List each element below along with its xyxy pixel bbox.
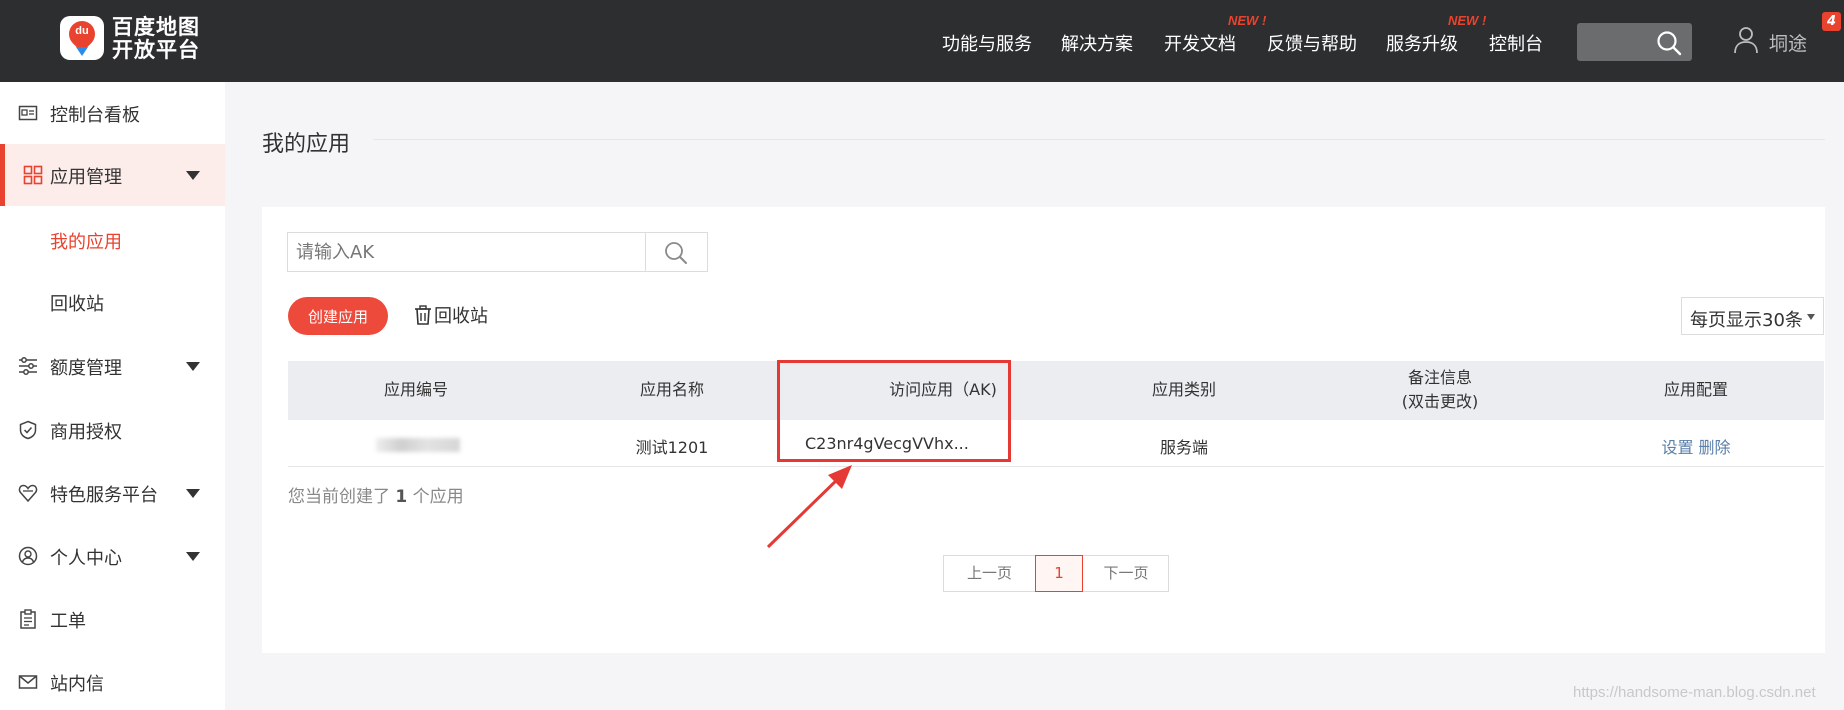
title-divider <box>373 139 1844 140</box>
search-icon[interactable] <box>663 240 689 266</box>
app-count-summary: 您当前创建了 1 个应用 <box>288 487 464 507</box>
create-app-button[interactable]: 创建应用 <box>288 297 388 335</box>
sidebar: 控制台看板 应用管理 我的应用 回收站 额度管理 商用授权 特色服务平台 个人中… <box>0 82 225 710</box>
sidebar-item-personal-center[interactable]: 个人中心 <box>0 525 225 587</box>
logo-text: 百度地图 开放平台 <box>112 15 200 62</box>
table-row: 测试1201 C23nr4gVecgVVhx... 服务端 设置 删除 <box>288 420 1824 467</box>
chevron-down-icon <box>186 171 200 180</box>
sidebar-subitem-recycle-bin[interactable]: 回收站 <box>50 290 104 316</box>
username: 垌途 <box>1769 33 1808 55</box>
dashboard-card-icon <box>18 105 38 121</box>
sliders-icon <box>19 357 37 375</box>
ak-search-input[interactable] <box>288 233 646 271</box>
pagination: 上一页 1 下一页 <box>943 555 1169 592</box>
sidebar-item-quota-management[interactable]: 额度管理 <box>0 335 225 397</box>
logo[interactable]: du 百度地图 开放平台 <box>60 16 210 64</box>
next-page-button[interactable]: 下一页 <box>1083 556 1169 591</box>
recycle-bin-link[interactable]: 回收站 <box>414 302 488 328</box>
app-config-cell: 设置 删除 <box>1568 434 1824 458</box>
column-header-app-category: 应用类别 <box>1151 380 1216 399</box>
column-header-notes: 备注信息 (双击更改) <box>1401 368 1479 411</box>
page-title: 我的应用 <box>262 132 351 157</box>
app-category-cell: 服务端 <box>1159 438 1208 457</box>
dropdown-arrow-icon <box>1807 314 1815 320</box>
nav-feedback-help[interactable]: 反馈与帮助 <box>1267 30 1357 56</box>
sidebar-item-site-messages[interactable]: 站内信 <box>0 651 225 710</box>
logo-mark-icon: du <box>60 15 104 60</box>
table-header: 应用编号 应用名称 访问应用（AK) 应用类别 备注信息 (双击更改) 应用配置 <box>288 361 1824 420</box>
app-id-redacted <box>376 438 460 452</box>
mail-icon <box>18 675 38 689</box>
sidebar-item-dashboard[interactable]: 控制台看板 <box>0 82 225 144</box>
sidebar-item-commercial-license[interactable]: 商用授权 <box>0 399 225 461</box>
sidebar-item-featured-services[interactable]: 特色服务平台 <box>0 462 225 524</box>
prev-page-button[interactable]: 上一页 <box>944 556 1035 591</box>
ak-highlight-annotation <box>777 360 1011 462</box>
watermark: https://handsome-man.blog.csdn.net <box>1573 684 1816 701</box>
sidebar-subitem-my-apps[interactable]: 我的应用 <box>50 228 122 254</box>
nav-upgrade-new-badge: NEW ! <box>1448 13 1487 28</box>
chevron-down-icon <box>186 552 200 561</box>
delete-link[interactable]: 删除 <box>1699 438 1731 457</box>
sidebar-item-app-management[interactable]: 应用管理 <box>0 144 225 206</box>
nav-features-services[interactable]: 功能与服务 <box>942 30 1032 56</box>
app-name-cell: 测试1201 <box>635 438 709 457</box>
scrollbar-track[interactable] <box>1825 82 1844 710</box>
column-header-app-config: 应用配置 <box>1663 380 1728 399</box>
clipboard-icon <box>20 609 36 629</box>
nav-service-upgrade[interactable]: 服务升级 <box>1386 30 1458 56</box>
page-number-1[interactable]: 1 <box>1035 555 1083 592</box>
notification-badge[interactable]: 4 <box>1822 12 1841 31</box>
column-header-app-name: 应用名称 <box>639 380 704 399</box>
chevron-down-icon <box>186 362 200 371</box>
nav-solutions[interactable]: 解决方案 <box>1061 30 1133 56</box>
top-search-box[interactable] <box>1577 23 1692 61</box>
user-icon <box>1734 27 1758 54</box>
nav-console[interactable]: 控制台 <box>1489 30 1543 56</box>
settings-link[interactable]: 设置 <box>1661 438 1693 457</box>
heart-icon <box>18 484 38 503</box>
chevron-down-icon <box>186 489 200 498</box>
nav-dev-docs[interactable]: 开发文档 <box>1164 30 1236 56</box>
search-icon <box>1657 31 1682 56</box>
sidebar-item-work-order[interactable]: 工单 <box>0 588 225 650</box>
annotation-arrow-icon <box>766 465 852 549</box>
per-page-select[interactable]: 每页显示30条 <box>1681 297 1824 335</box>
column-header-app-id: 应用编号 <box>383 380 448 399</box>
user-circle-icon <box>18 546 38 566</box>
trash-icon <box>415 305 431 325</box>
ak-search-box <box>287 232 708 272</box>
top-navigation-bar: du 百度地图 开放平台 功能与服务 解决方案 开发文档 NEW ! 反馈与帮助… <box>0 0 1844 82</box>
nav-dev-docs-new-badge: NEW ! <box>1228 13 1267 28</box>
shield-check-icon <box>19 420 37 440</box>
grid-icon <box>23 165 43 185</box>
